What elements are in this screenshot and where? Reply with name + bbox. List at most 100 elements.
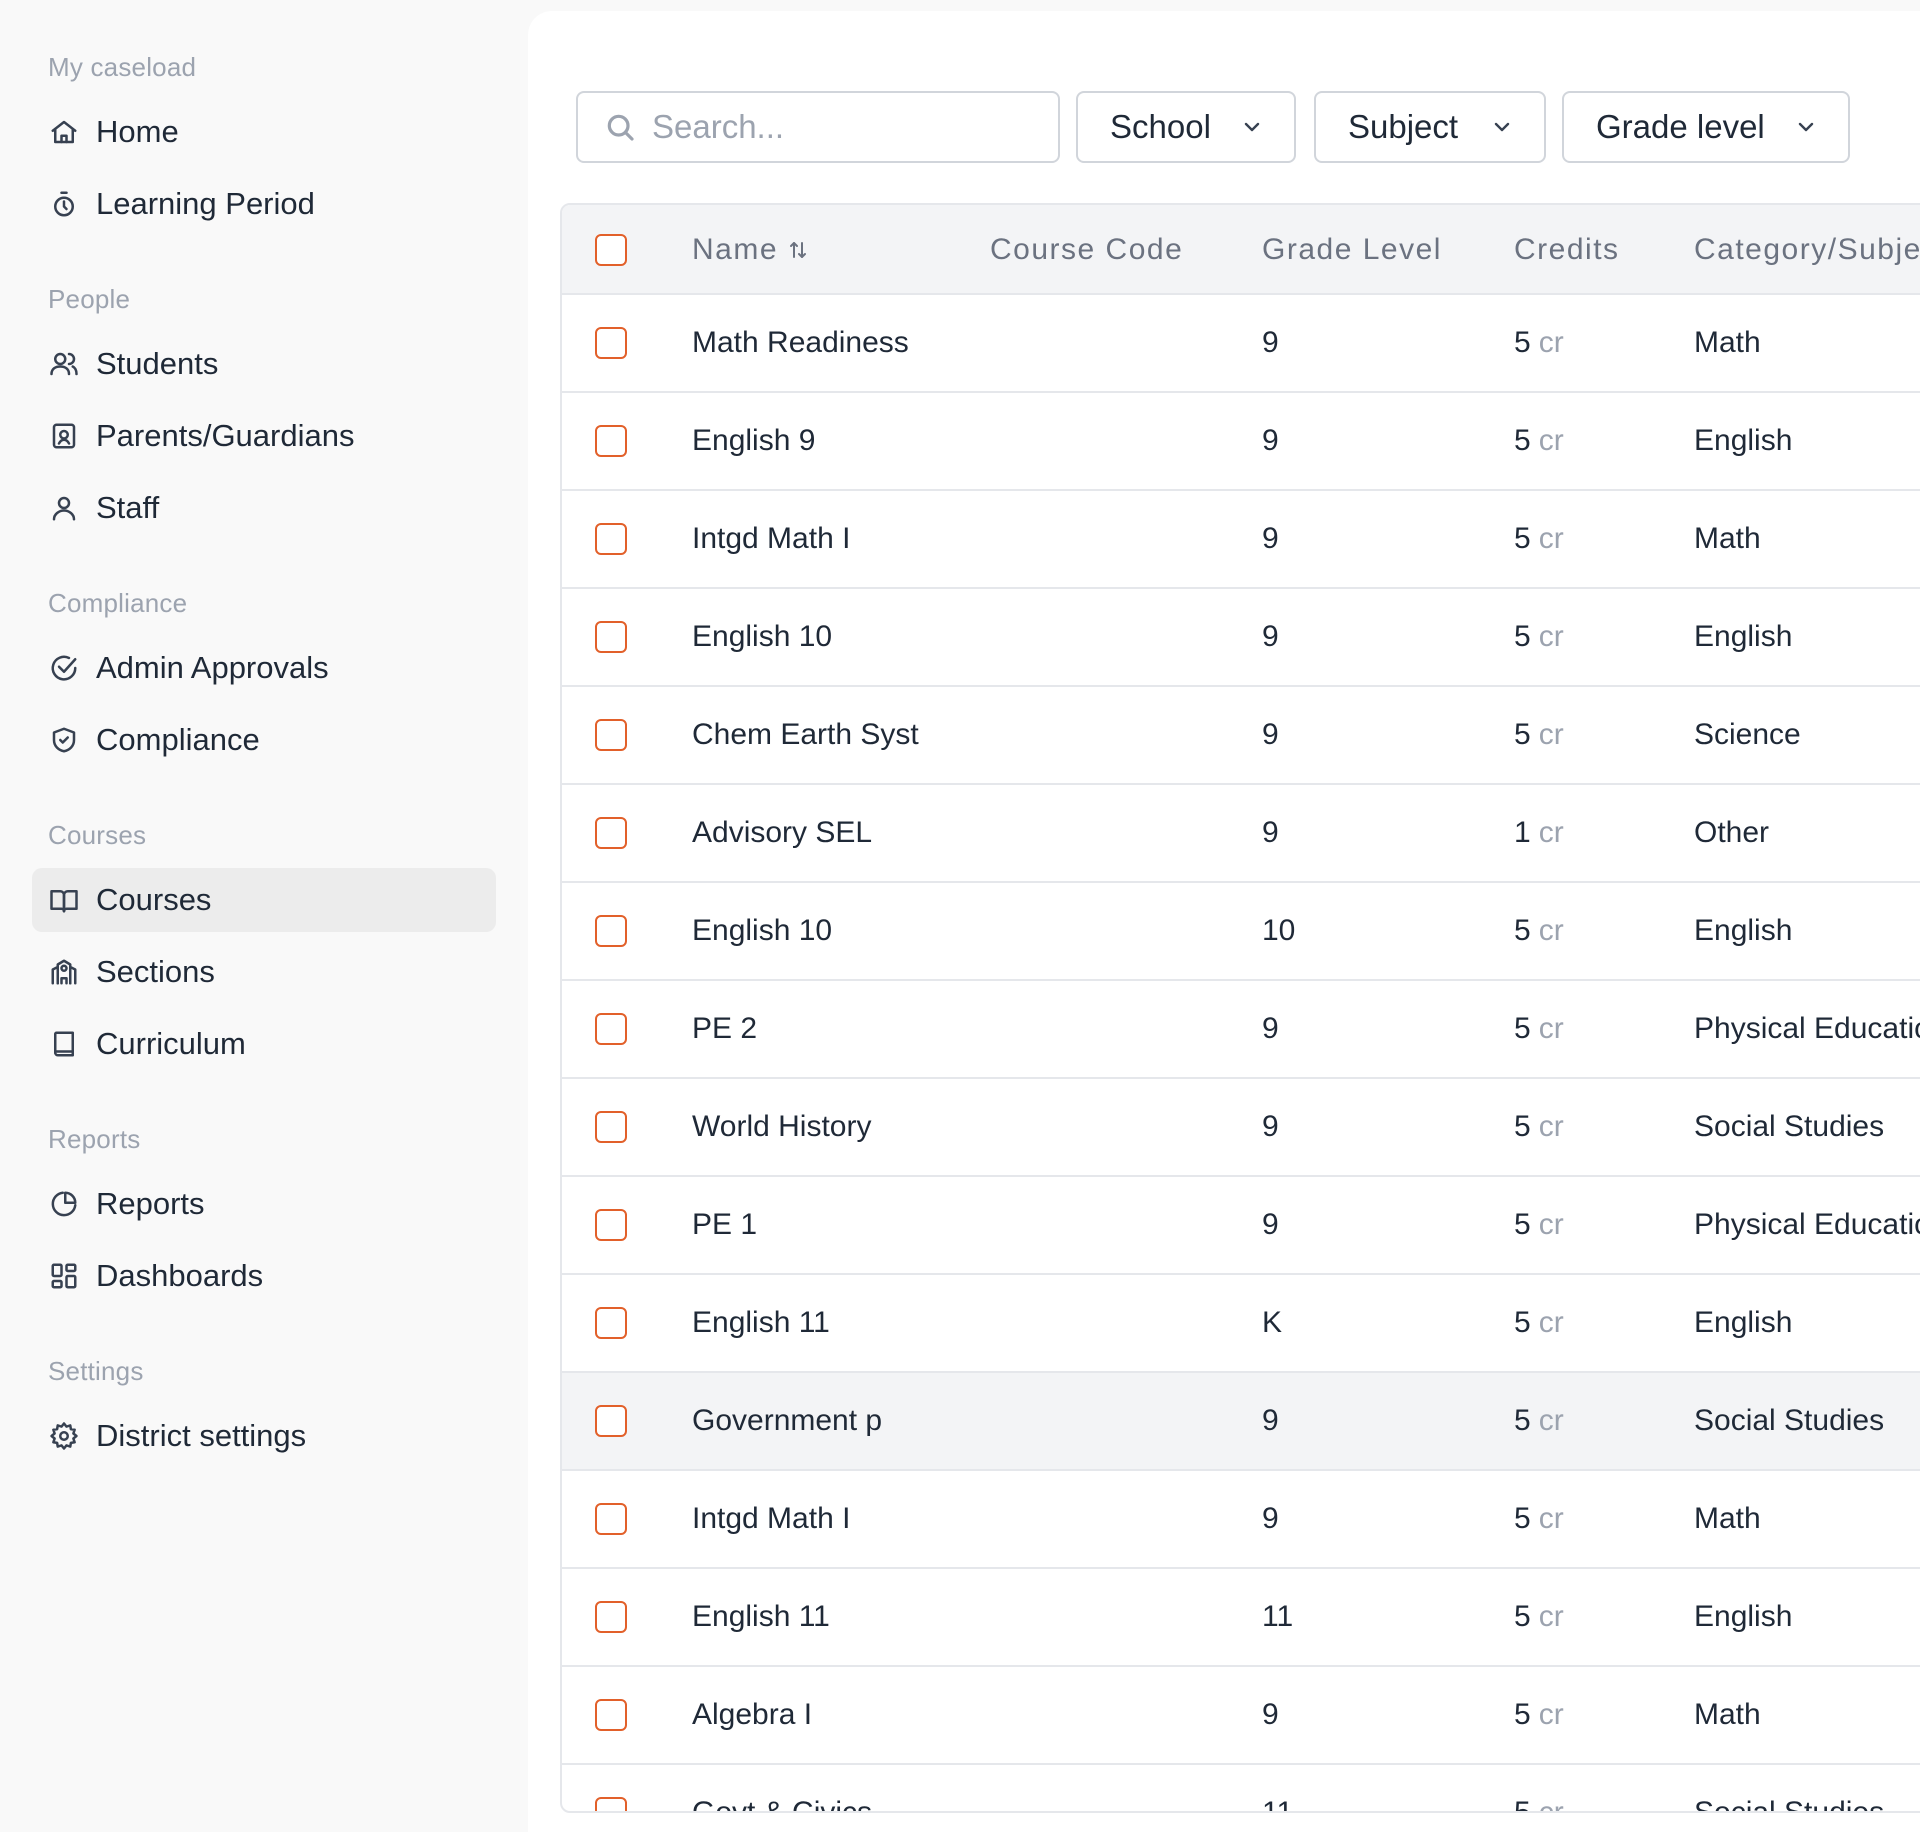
table-row[interactable]: Intgd Math I 9 5 cr Math bbox=[562, 491, 1920, 589]
cell-grade-level: 9 bbox=[1262, 1110, 1279, 1143]
sidebar-item-label: Reports bbox=[96, 1186, 205, 1221]
sidebar-item-district-settings[interactable]: District settings bbox=[32, 1404, 496, 1468]
cell-grade-level: 9 bbox=[1262, 718, 1279, 751]
cell-name: World History bbox=[692, 1110, 872, 1143]
table-row[interactable]: PE 2 9 5cr Physical Education bbox=[562, 981, 1920, 1079]
column-header-name-label: Name bbox=[692, 233, 779, 266]
grade-level-filter-button[interactable]: Grade level bbox=[1562, 91, 1850, 163]
table-row[interactable]: Math Readiness 9 5 cr Math bbox=[562, 295, 1920, 393]
cell-category: Social Studies bbox=[1694, 1110, 1885, 1143]
sidebar-item-parents-guardians[interactable]: Parents/Guardians bbox=[32, 404, 496, 468]
sidebar-item-label: Students bbox=[96, 346, 219, 381]
school-filter-label: School bbox=[1110, 108, 1211, 145]
column-header-name[interactable]: Name bbox=[692, 205, 810, 295]
row-checkbox[interactable] bbox=[595, 327, 627, 359]
cell-name: Govt & Civics bbox=[692, 1796, 873, 1813]
book-icon bbox=[48, 1028, 80, 1060]
column-header-credits[interactable]: Credits bbox=[1514, 205, 1620, 295]
search-box[interactable] bbox=[576, 91, 1060, 163]
cell-grade-level: 9 bbox=[1262, 1698, 1279, 1731]
table-row[interactable]: English 10 10 5 cr English bbox=[562, 883, 1920, 981]
cell-category: Social Studies bbox=[1694, 1796, 1885, 1813]
credits-value: 5 bbox=[1514, 1600, 1531, 1633]
row-checkbox[interactable] bbox=[595, 915, 627, 947]
contact-badge-icon bbox=[48, 420, 80, 452]
cell-category: English bbox=[1694, 1306, 1793, 1339]
row-checkbox[interactable] bbox=[595, 1797, 627, 1811]
credits-value: 5 bbox=[1514, 1306, 1531, 1339]
sidebar-item-label: Curriculum bbox=[96, 1026, 246, 1061]
table-row[interactable]: World History 9 5 cr Social Studies bbox=[562, 1079, 1920, 1177]
subject-filter-button[interactable]: Subject bbox=[1314, 91, 1546, 163]
table-row[interactable]: English 11 11 5 cr English bbox=[562, 1569, 1920, 1667]
row-checkbox[interactable] bbox=[595, 1013, 627, 1045]
row-checkbox[interactable] bbox=[595, 523, 627, 555]
table-row[interactable]: PE 1 9 5cr Physical Education bbox=[562, 1177, 1920, 1275]
search-input[interactable] bbox=[652, 108, 1032, 146]
cell-grade-level: 9 bbox=[1262, 522, 1279, 555]
sort-icon[interactable] bbox=[786, 238, 810, 262]
cell-grade-level: 10 bbox=[1262, 914, 1296, 947]
sidebar-item-label: Courses bbox=[96, 882, 212, 917]
chevron-down-icon bbox=[1494, 122, 1510, 132]
table-row[interactable]: Chem Earth Syst 9 5 cr Science bbox=[562, 687, 1920, 785]
sidebar-item-admin-approvals[interactable]: Admin Approvals bbox=[32, 636, 496, 700]
table-row[interactable]: Government p 9 5 cr Social Studies bbox=[562, 1373, 1920, 1471]
credits-value: 5 bbox=[1514, 522, 1531, 555]
row-checkbox[interactable] bbox=[595, 621, 627, 653]
cell-credits: 5 cr bbox=[1514, 589, 1564, 685]
table-row[interactable]: Intgd Math I 9 5 cr Math bbox=[562, 1471, 1920, 1569]
sidebar-item-label: Admin Approvals bbox=[96, 650, 329, 685]
shield-check-icon bbox=[48, 724, 80, 756]
select-all-checkbox[interactable] bbox=[595, 234, 627, 266]
cell-credits: 5 cr bbox=[1514, 981, 1564, 1077]
table-row[interactable]: English 11 K 5 cr English bbox=[562, 1275, 1920, 1373]
row-checkbox[interactable] bbox=[595, 1111, 627, 1143]
sidebar-item-curriculum[interactable]: Curriculum bbox=[32, 1012, 496, 1076]
sidebar-item-dashboards[interactable]: Dashboards bbox=[32, 1244, 496, 1308]
sidebar-item-label: Staff bbox=[96, 490, 160, 525]
table-row[interactable]: Advisory SEL 9 1 cr Other bbox=[562, 785, 1920, 883]
cell-category: Math bbox=[1694, 1698, 1761, 1731]
cell-name: Intgd Math I bbox=[692, 1502, 851, 1535]
cell-credits: 5 cr bbox=[1514, 1471, 1564, 1567]
pie-chart-icon bbox=[48, 1188, 80, 1220]
row-checkbox[interactable] bbox=[595, 1209, 627, 1241]
row-checkbox[interactable] bbox=[595, 1601, 627, 1633]
table-row[interactable]: English 9 9 5 cr English bbox=[562, 393, 1920, 491]
table-row[interactable]: English 10 9 5 cr English bbox=[562, 589, 1920, 687]
cell-grade-level: 9 bbox=[1262, 1208, 1279, 1241]
row-checkbox[interactable] bbox=[595, 1307, 627, 1339]
nav-group-label: My caseload bbox=[48, 52, 197, 82]
column-header-course-code[interactable]: Course Code bbox=[990, 205, 1183, 295]
sidebar-item-students[interactable]: Students bbox=[32, 332, 496, 396]
row-checkbox[interactable] bbox=[595, 817, 627, 849]
sidebar-item-sections[interactable]: Sections bbox=[32, 940, 496, 1004]
school-filter-button[interactable]: School bbox=[1076, 91, 1296, 163]
table-row[interactable]: Algebra I 9 5 cr Math bbox=[562, 1667, 1920, 1765]
row-checkbox[interactable] bbox=[595, 425, 627, 457]
cell-grade-level: 9 bbox=[1262, 326, 1279, 359]
column-header-grade-level[interactable]: Grade Level bbox=[1262, 205, 1442, 295]
sidebar-item-staff[interactable]: Staff bbox=[32, 476, 496, 540]
sidebar-item-learning-period[interactable]: Learning Period bbox=[32, 172, 496, 236]
credits-unit: cr bbox=[1538, 914, 1564, 947]
cell-name: English 11 bbox=[692, 1600, 830, 1633]
row-checkbox[interactable] bbox=[595, 1503, 627, 1535]
column-header-category[interactable]: Category/Subject bbox=[1694, 205, 1920, 295]
cell-grade-level: 9 bbox=[1262, 620, 1279, 653]
gear-icon bbox=[48, 1420, 80, 1452]
grade-level-filter-label: Grade level bbox=[1596, 108, 1765, 145]
credits-unit: cr bbox=[1538, 1600, 1564, 1633]
row-checkbox[interactable] bbox=[595, 719, 627, 751]
row-checkbox[interactable] bbox=[595, 1699, 627, 1731]
credits-unit: cr bbox=[1538, 1012, 1564, 1045]
sidebar-item-reports[interactable]: Reports bbox=[32, 1172, 496, 1236]
sidebar-item-courses[interactable]: Courses bbox=[32, 868, 496, 932]
sidebar-item-home[interactable]: Home bbox=[32, 100, 496, 164]
sidebar-item-compliance[interactable]: Compliance bbox=[32, 708, 496, 772]
table-row[interactable]: Govt & Civics 11 5 cr Social Studies bbox=[562, 1765, 1920, 1813]
row-checkbox[interactable] bbox=[595, 1405, 627, 1437]
credits-unit: cr bbox=[1538, 424, 1564, 457]
sidebar-item-label: Learning Period bbox=[96, 186, 315, 221]
